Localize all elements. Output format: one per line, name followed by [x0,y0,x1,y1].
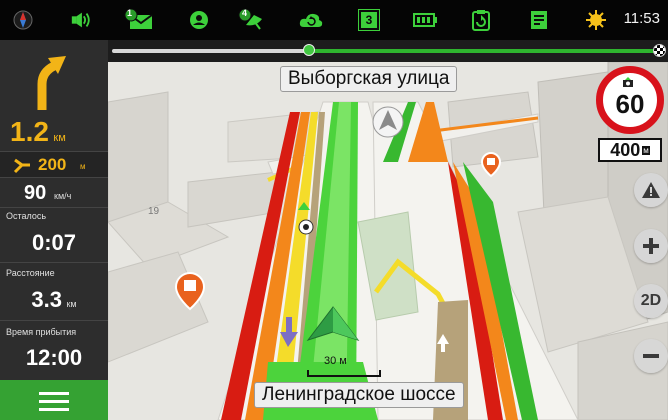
distance-value: 3.3 [31,287,62,312]
map-view[interactable]: 19 Выборгская улица Ленинградское шоссе … [108,62,668,420]
turn-right-icon [37,56,66,110]
route-progress-fill [308,49,658,53]
route-progress-bar [108,40,668,62]
weather-sun-icon[interactable] [585,9,607,31]
navigation-info-panel: 1.2 км 200 м 90 км/ч Осталось 0:07 Расст… [0,40,108,420]
speed-limit-value: 60 [615,89,645,119]
profile-icon[interactable] [188,9,210,31]
zoom-in-button[interactable] [634,229,668,263]
message-icon[interactable]: 1 [124,8,154,31]
current-position-marker [302,44,315,56]
arrival-time-label: Время прибытия [6,327,77,337]
map-canvas: 19 [108,62,668,420]
notes-icon[interactable] [528,9,550,31]
compass-icon[interactable] [12,9,34,31]
next-street-label: Выборгская улица [280,66,458,92]
battery-icon [413,9,439,31]
remaining-time-box: Осталось 0:07 [0,208,108,263]
speed-limit-sign: 60 [596,66,664,134]
arrival-box: Время прибытия 12:00 [0,321,108,380]
speed-unit: км/ч [54,191,72,201]
speed-camera-icon [623,77,633,87]
refresh-icon[interactable] [470,9,492,31]
next-maneuver-box: 200 м [0,152,108,178]
route-count: 3 [365,13,373,27]
plus-icon [643,238,659,254]
camera-distance-unit: м [642,145,650,155]
view-mode-label: 2D [640,292,662,309]
turn-distance-unit: км [53,132,66,144]
distance-unit: км [66,299,77,309]
menu-icon [39,392,69,411]
distance-label: Расстояние [6,268,55,278]
remaining-time: 0:07 [31,230,77,255]
house-number: 19 [148,206,160,217]
warning-button[interactable] [634,173,668,207]
remaining-time-label: Осталось [6,211,47,221]
satellite-badge: 4 [242,8,248,18]
warning-icon [642,182,660,198]
arrival-time: 12:00 [25,345,83,370]
speed-box: 90 км/ч [0,178,108,208]
scale-label: 30 м [324,355,347,367]
route-count-icon[interactable]: 3 [358,9,380,31]
menu-button[interactable] [0,380,108,420]
next-turn-distance: 200 [38,155,67,174]
next-turn-unit: м [80,162,86,171]
status-bar: 1 4 3 11:53 [0,0,668,40]
volume-icon[interactable] [70,9,92,31]
message-badge: 1 [127,8,133,18]
view-mode-button[interactable]: 2D [634,284,668,318]
camera-distance: 400 [610,139,641,160]
route-progress-track [112,49,658,53]
cloud-sync-icon[interactable] [298,9,324,31]
finish-flag-icon [653,44,666,57]
maneuver-box[interactable]: 1.2 км [0,40,108,152]
turn-distance: 1.2 [10,116,49,147]
distance-box: Расстояние 3.3 км [0,263,108,321]
current-speed: 90 [24,182,47,204]
current-street-label: Ленинградское шоссе [254,382,464,408]
camera-distance-box: 400 м [598,138,662,162]
clock: 11:53 [623,10,660,27]
gps-satellite-icon[interactable]: 4 [238,8,268,31]
minus-icon [643,354,659,358]
zoom-out-button[interactable] [634,339,668,373]
next-turn-icon [13,158,30,174]
